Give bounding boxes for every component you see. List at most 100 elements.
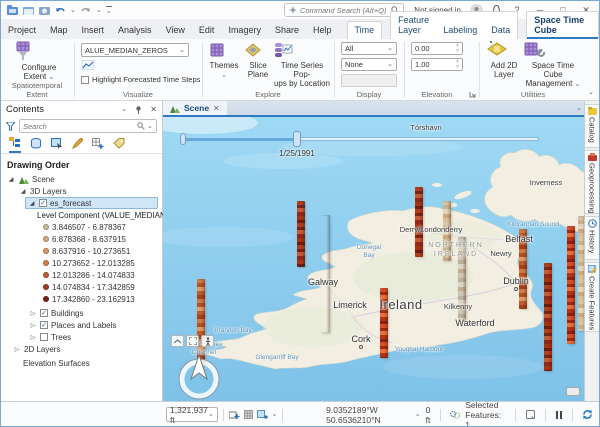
space-time-column[interactable] <box>544 263 552 371</box>
tab-view[interactable]: View <box>159 22 192 39</box>
places-checkbox[interactable]: ✓ <box>40 321 48 329</box>
snap-mode-icon[interactable] <box>257 410 268 419</box>
display-none-combo[interactable]: None⌄ <box>341 58 397 71</box>
time-slider-track-remaining[interactable] <box>297 137 539 141</box>
list-by-drawing-order-icon[interactable] <box>9 137 21 153</box>
trees-checkbox[interactable] <box>40 333 48 341</box>
grid-icon[interactable] <box>244 410 253 419</box>
tree-item-2d-layers[interactable]: ▷2D Layers <box>1 343 162 355</box>
tab-imagery[interactable]: Imagery <box>221 22 268 39</box>
themes-button[interactable]: Themes⌄ <box>208 41 240 79</box>
tab-project[interactable]: Project <box>1 22 43 39</box>
tab-time[interactable]: Time <box>348 22 382 39</box>
contents-search-input[interactable] <box>23 122 135 131</box>
add-layer-icon[interactable] <box>229 410 240 420</box>
open-project-icon[interactable] <box>22 5 34 16</box>
tab-data[interactable]: Data <box>484 22 517 39</box>
contents-search-box[interactable]: ⌄ <box>19 119 157 133</box>
refresh-icon[interactable] <box>582 409 593 420</box>
add-2d-layer-button[interactable]: Add 2DLayer <box>487 41 521 79</box>
legend-item: 6.878368 - 8.637915 <box>1 233 162 245</box>
scene-view[interactable]: 1/25/1991 Tórshavn Inverness Derry/Londo… <box>163 117 586 401</box>
pegman-icon[interactable] <box>201 335 214 347</box>
time-series-popups-button[interactable]: Time Series Pop-ups by Location <box>273 41 331 89</box>
dock-tab-history[interactable]: History <box>585 216 600 260</box>
highlight-forecast-row[interactable]: Highlight Forecasted Time Steps <box>81 75 200 84</box>
collapse-navigator-icon[interactable] <box>171 335 184 347</box>
pin-icon[interactable] <box>135 106 142 114</box>
slice-plane-button[interactable]: SlicePlane <box>244 41 272 79</box>
tree-item-scene[interactable]: ◢ Scene <box>1 173 162 185</box>
time-slider-start-handle[interactable] <box>180 133 186 145</box>
tree-item-places-labels[interactable]: ▷✓Places and Labels <box>1 319 162 331</box>
command-search-input[interactable] <box>300 6 388 15</box>
dock-tab-geoprocessing[interactable]: Geoprocessing <box>585 150 600 214</box>
configure-extent-button[interactable]: Configure Extent ⌄ <box>13 41 65 81</box>
tab-analysis[interactable]: Analysis <box>111 22 159 39</box>
tab-feature-layer[interactable]: Feature Layer <box>391 12 436 39</box>
undo-icon[interactable] <box>54 5 66 16</box>
full-control-icon[interactable] <box>186 335 199 347</box>
tree-item-trees[interactable]: ▷Trees <box>1 331 162 343</box>
tab-edit[interactable]: Edit <box>192 22 222 39</box>
pane-menu-icon[interactable]: ⌄ <box>121 106 127 113</box>
redo-icon[interactable] <box>80 5 92 16</box>
space-time-column[interactable] <box>567 226 575 344</box>
close-view-icon[interactable]: ✕ <box>213 104 220 113</box>
customize-qat-icon[interactable]: ⌄ <box>106 6 112 15</box>
display-all-combo[interactable]: All⌄ <box>341 42 397 55</box>
elevation-spinner-2[interactable]: 1.00˄˅ <box>411 58 463 71</box>
status-options-icon[interactable]: ⌄ <box>272 411 278 418</box>
tree-item-3d-layers[interactable]: ◢3D Layers <box>1 185 162 197</box>
time-slider-track-elapsed[interactable] <box>183 138 297 141</box>
dock-tab-catalog[interactable]: Catalog <box>585 104 600 148</box>
tree-item-es-forecast[interactable]: ◢ ✓ es_forecast <box>25 197 158 209</box>
water-label: Bay <box>363 252 374 259</box>
tab-space-time-cube[interactable]: Space Time Cube <box>527 12 598 39</box>
tab-share[interactable]: Share <box>268 22 306 39</box>
tab-labeling[interactable]: Labeling <box>436 22 484 39</box>
variable-field-combo[interactable]: ALUE_MEDIAN_ZEROS⌄ <box>81 43 189 57</box>
stc-management-button[interactable]: Space Time CubeManagement ⌄ <box>523 41 583 89</box>
tree-item-buildings[interactable]: ▷✓Buildings <box>1 307 162 319</box>
pane-close-icon[interactable]: ✕ <box>150 105 157 114</box>
selected-features-count[interactable]: Selected Features: 1 <box>465 400 505 427</box>
ribbon-collapse-icon[interactable]: ⌄ <box>588 89 594 96</box>
buildings-checkbox[interactable]: ✓ <box>40 309 48 317</box>
time-slider-handle[interactable] <box>293 131 301 147</box>
space-time-column[interactable] <box>415 187 423 257</box>
tab-help[interactable]: Help <box>306 22 339 39</box>
elevation-dialog-launcher-icon[interactable] <box>469 91 476 98</box>
space-time-column[interactable] <box>321 215 330 333</box>
highlight-forecast-checkbox[interactable] <box>81 76 89 84</box>
list-by-data-source-icon[interactable] <box>30 138 42 152</box>
command-search[interactable] <box>284 3 404 17</box>
tree-item-elevation-surfaces[interactable]: Elevation Surfaces <box>1 357 162 369</box>
filter-icon[interactable] <box>6 122 15 131</box>
scene-view-tab[interactable]: Scene ✕ <box>163 101 227 115</box>
es-forecast-checkbox[interactable]: ✓ <box>39 199 47 207</box>
redo-dropdown-icon[interactable]: ⌄ <box>96 7 102 14</box>
pause-drawing-icon[interactable] <box>556 411 562 419</box>
coords-options-icon[interactable]: ⌄ <box>415 411 421 418</box>
list-by-editing-icon[interactable] <box>72 138 83 152</box>
tree-item-level-component[interactable]: Level Component (VALUE_MEDIAN_ZE... <box>1 209 162 221</box>
list-by-labeling-icon[interactable] <box>113 138 125 152</box>
undo-dropdown-icon[interactable]: ⌄ <box>70 7 76 14</box>
coordinates-readout[interactable]: 9.0352189°W 50.6536210°N <box>326 405 410 425</box>
line-chart-icon[interactable] <box>82 60 94 70</box>
tab-insert[interactable]: Insert <box>75 22 112 39</box>
overview-widget-icon[interactable] <box>566 387 580 396</box>
list-by-snapping-icon[interactable] <box>92 138 104 152</box>
list-by-selection-icon[interactable] <box>51 138 63 152</box>
attributes-icon[interactable] <box>526 410 535 419</box>
scale-combo[interactable]: 1,321,937 ft⌄ <box>166 407 218 422</box>
tab-map[interactable]: Map <box>43 22 75 39</box>
new-project-icon[interactable] <box>6 5 18 16</box>
space-time-column[interactable] <box>297 201 305 267</box>
elevation-spinner-1[interactable]: 0.00˄˅ <box>411 42 463 55</box>
dock-tab-create-features[interactable]: Create Features <box>585 262 600 332</box>
compass-navigator[interactable] <box>173 353 225 401</box>
save-project-icon[interactable] <box>38 5 50 16</box>
search-options-icon[interactable]: ⌄ <box>147 123 153 130</box>
